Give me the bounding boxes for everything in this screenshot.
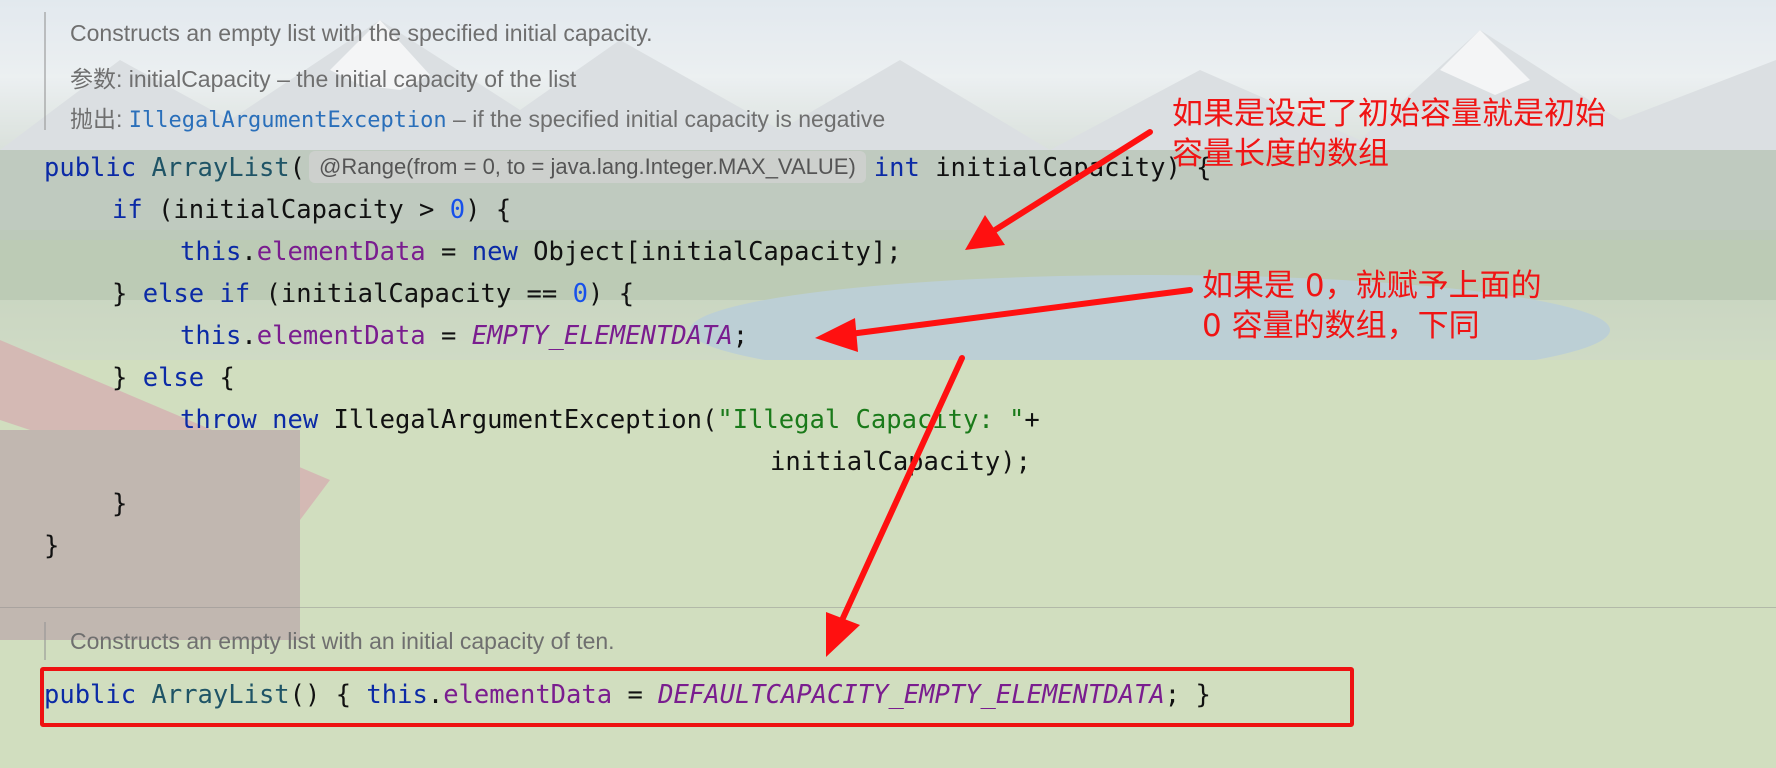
arrow-to-default-ctor	[826, 355, 965, 657]
arrow-to-empty-elementdata	[815, 287, 1193, 352]
annotation-arrows	[815, 129, 1193, 657]
arrow-to-object-array	[965, 129, 1153, 250]
